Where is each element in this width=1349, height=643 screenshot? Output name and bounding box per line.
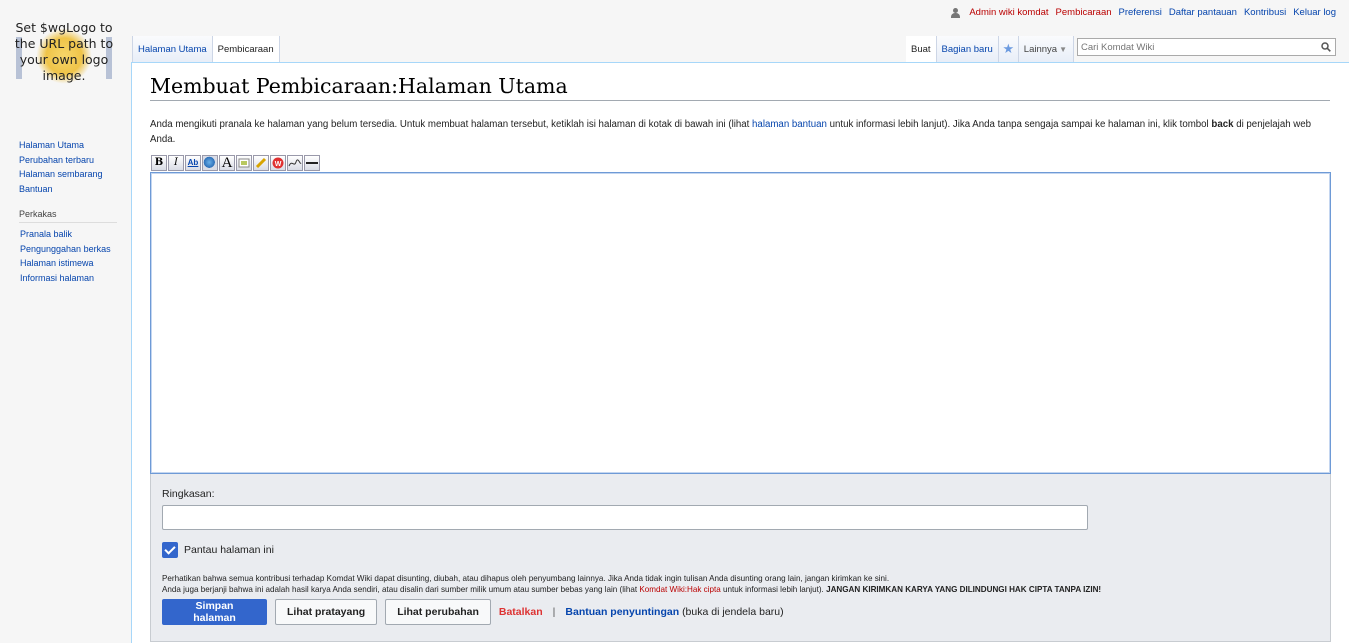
edit-textarea[interactable]	[150, 172, 1331, 474]
view-tabs: Buat Bagian baru ★ Lainnya ▼	[906, 36, 1074, 62]
contributions-link[interactable]: Kontribusi	[1244, 7, 1286, 18]
tab-talk[interactable]: Pembicaraan	[212, 36, 280, 62]
logout-link[interactable]: Keluar log	[1293, 7, 1336, 18]
sidebar-item-help[interactable]: Bantuan	[19, 184, 53, 194]
editing-help-note: (buka di jendela baru)	[682, 606, 784, 618]
cancel-link[interactable]: Batalkan	[499, 606, 543, 618]
italic-button[interactable]: I	[168, 155, 184, 171]
user-talk-link[interactable]: Pembicaraan	[1056, 7, 1112, 18]
namespace-tabs: Halaman Utama Pembicaraan	[132, 36, 280, 62]
svg-text:W: W	[275, 161, 282, 168]
show-changes-button[interactable]: Lihat perubahan	[385, 599, 491, 625]
tab-create-label[interactable]: Buat	[911, 44, 931, 55]
sidebar-item-what-links-here[interactable]: Pranala balik	[20, 229, 72, 239]
media-icon[interactable]	[253, 155, 269, 171]
edit-options: Ringkasan: Pantau halaman ini Perhatikan…	[150, 474, 1331, 642]
preview-button[interactable]: Lihat pratayang	[275, 599, 378, 625]
edit-toolbar: B I Ab A W	[151, 155, 320, 171]
tab-new-section-label[interactable]: Bagian baru	[942, 44, 993, 55]
signature-icon[interactable]	[287, 155, 303, 171]
tab-create[interactable]: Buat	[906, 36, 937, 62]
sidebar-item-upload-file[interactable]: Pengunggahan berkas	[20, 244, 111, 254]
copyright-line-2-part2: untuk informasi lebih lanjut).	[720, 585, 827, 594]
sidebar-nav: Halaman Utama Perubahan terbaru Halaman …	[0, 138, 130, 196]
editing-help-link[interactable]: Bantuan penyuntingan	[565, 606, 679, 618]
copyright-link[interactable]: Komdat Wiki:Hak cipta	[639, 585, 720, 594]
intro-back-keyword: back	[1211, 119, 1234, 130]
search-icon[interactable]	[1321, 42, 1331, 52]
watch-option[interactable]: Pantau halaman ini	[162, 542, 274, 558]
save-button[interactable]: Simpan halaman	[162, 599, 267, 625]
watch-label[interactable]: Pantau halaman ini	[184, 544, 274, 556]
sidebar-tools: Perkakas Pranala balik Pengunggahan berk…	[0, 209, 130, 285]
more-menu[interactable]: Lainnya ▼	[1018, 36, 1074, 62]
globe-icon[interactable]	[202, 155, 218, 171]
tab-main-page[interactable]: Halaman Utama	[133, 36, 213, 62]
search-box	[1077, 38, 1336, 56]
search-input[interactable]	[1078, 39, 1313, 55]
internal-link-button[interactable]: Ab	[185, 155, 201, 171]
sidebar: Halaman Utama Perubahan terbaru Halaman …	[0, 138, 130, 285]
chevron-down-icon: ▼	[1059, 45, 1067, 54]
main-content: Membuat Pembicaraan:Halaman Utama Anda m…	[131, 62, 1349, 643]
user-page-link[interactable]: Admin wiki komdat	[969, 7, 1048, 18]
intro-text-part2: untuk informasi lebih lanjut). Jika Anda…	[826, 119, 1212, 130]
user-icon	[951, 7, 961, 18]
copyright-line-1: Perhatikan bahwa semua kontribusi terhad…	[162, 574, 890, 583]
sidebar-item-special-pages[interactable]: Halaman istimewa	[20, 258, 94, 268]
sidebar-tools-heading: Perkakas	[19, 209, 117, 223]
watch-star-icon[interactable]: ★	[998, 36, 1019, 62]
sidebar-item-recent-changes[interactable]: Perubahan terbaru	[19, 155, 94, 165]
edit-buttons: Simpan halaman Lihat pratayang Lihat per…	[162, 599, 784, 625]
help-page-link[interactable]: halaman bantuan	[752, 119, 827, 130]
sidebar-item-page-information[interactable]: Informasi halaman	[20, 273, 94, 283]
page-title: Membuat Pembicaraan:Halaman Utama	[150, 74, 1330, 101]
no-wiki-icon[interactable]: W	[270, 155, 286, 171]
summary-label: Ringkasan:	[162, 488, 215, 500]
intro-text-part1: Anda mengikuti pranala ke halaman yang b…	[150, 119, 753, 130]
copyright-warning: Perhatikan bahwa semua kontribusi terhad…	[162, 573, 1322, 595]
summary-input[interactable]	[162, 505, 1088, 530]
logo-text: Set $wgLogo to the URL path to your own …	[14, 20, 114, 83]
tab-new-section[interactable]: Bagian baru	[936, 36, 999, 62]
more-menu-label[interactable]: Lainnya	[1024, 44, 1057, 55]
sidebar-item-random-page[interactable]: Halaman sembarang	[19, 169, 103, 179]
image-icon[interactable]	[236, 155, 252, 171]
headline-button[interactable]: A	[219, 155, 235, 171]
copyright-warning-bold: JANGAN KIRIMKAN KARYA YANG DILINDUNGI HA…	[826, 585, 1102, 594]
preferences-link[interactable]: Preferensi	[1119, 7, 1162, 18]
copyright-line-2: Anda juga berjanji bahwa ini adalah hasi…	[162, 584, 1322, 595]
personal-tools: Admin wiki komdat Pembicaraan Preferensi…	[951, 7, 1336, 18]
separator: |	[552, 606, 556, 618]
sidebar-item-main-page[interactable]: Halaman Utama	[19, 140, 84, 150]
intro-text: Anda mengikuti pranala ke halaman yang b…	[150, 117, 1335, 147]
copyright-line-2-part1: Anda juga berjanji bahwa ini adalah hasi…	[162, 585, 640, 594]
watch-checkbox[interactable]	[162, 542, 178, 558]
watchlist-link[interactable]: Daftar pantauan	[1169, 7, 1237, 18]
site-logo[interactable]: Set $wgLogo to the URL path to your own …	[0, 0, 130, 110]
tab-main-page-label[interactable]: Halaman Utama	[138, 44, 207, 55]
bold-button[interactable]: B	[151, 155, 167, 171]
tab-talk-label[interactable]: Pembicaraan	[218, 44, 274, 55]
horizontal-line-icon[interactable]	[304, 155, 320, 171]
